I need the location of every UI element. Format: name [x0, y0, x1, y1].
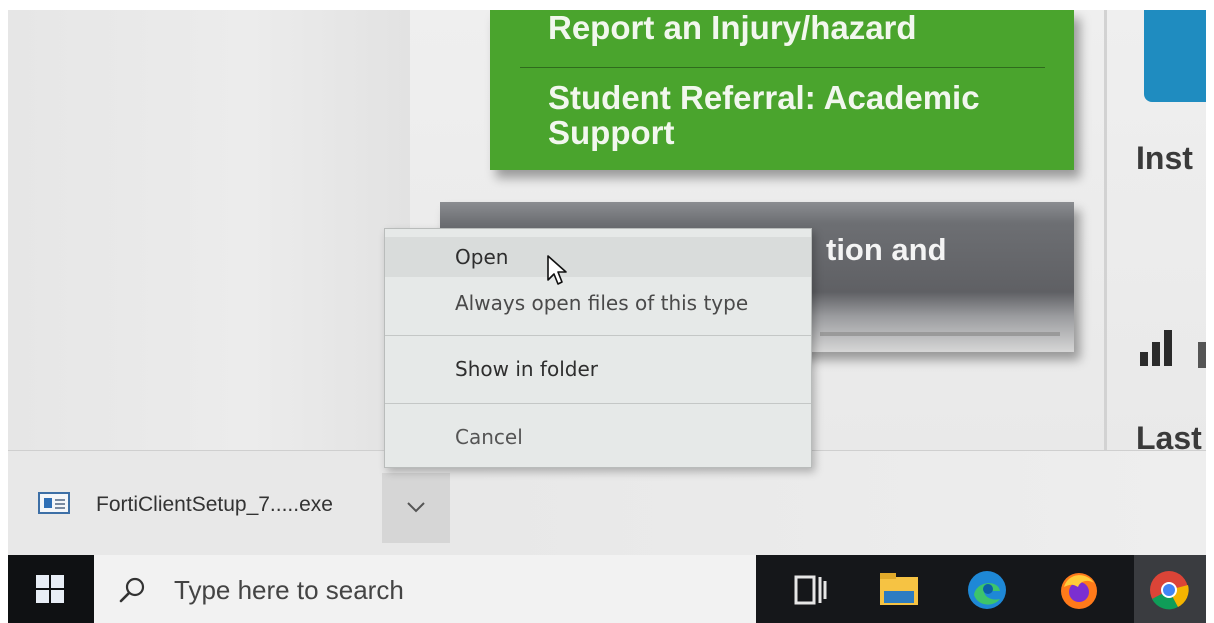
menu-item-label: Show in folder [455, 357, 598, 381]
search-placeholder: Type here to search [174, 575, 404, 605]
installer-icon [38, 492, 70, 514]
green-card-divider [520, 67, 1045, 68]
page-left-panel [8, 10, 410, 450]
grey-banner-bar [820, 332, 1060, 336]
edge-icon[interactable] [966, 569, 1008, 611]
menu-separator [385, 335, 811, 336]
taskbar: Type here to search [8, 555, 1206, 623]
file-explorer-icon[interactable] [878, 569, 920, 611]
sidebar-text-stub [1198, 342, 1206, 368]
screen-photo: Report an Injury/hazard Student Referral… [8, 10, 1206, 623]
sidebar-divider [1104, 10, 1107, 450]
chevron-down-icon [407, 502, 425, 513]
menu-item-label: Always open files of this type [455, 291, 749, 315]
search-icon [119, 577, 145, 603]
menu-separator [385, 403, 811, 404]
menu-item-cancel[interactable]: Cancel [385, 417, 811, 457]
blue-tile[interactable] [1144, 10, 1206, 102]
taskbar-search-box[interactable]: Type here to search [94, 555, 756, 623]
firefox-icon[interactable] [1058, 569, 1100, 611]
chrome-icon[interactable] [1148, 569, 1190, 611]
mouse-cursor-icon [547, 255, 567, 285]
menu-item-label: Cancel [455, 425, 523, 449]
student-referral-link[interactable]: Student Referral: Academic Support [548, 80, 1048, 150]
menu-item-label: Open [455, 245, 509, 269]
menu-item-show-in-folder[interactable]: Show in folder [385, 349, 811, 389]
download-context-menu: Open Always open files of this type Show… [384, 228, 812, 468]
menu-item-open[interactable]: Open [385, 237, 811, 277]
bar-chart-icon [1140, 328, 1174, 366]
sidebar-heading-inst: Inst [1136, 140, 1193, 176]
green-quick-links-card: Report an Injury/hazard Student Referral… [490, 10, 1074, 170]
start-button[interactable] [8, 555, 94, 623]
download-menu-button[interactable] [382, 473, 450, 543]
task-view-icon[interactable] [794, 573, 830, 607]
grey-banner-text: tion and [826, 232, 947, 267]
download-file-name[interactable]: FortiClientSetup_7.....exe [96, 493, 333, 517]
menu-item-always-open[interactable]: Always open files of this type [385, 283, 811, 323]
report-injury-link[interactable]: Report an Injury/hazard [548, 10, 917, 45]
